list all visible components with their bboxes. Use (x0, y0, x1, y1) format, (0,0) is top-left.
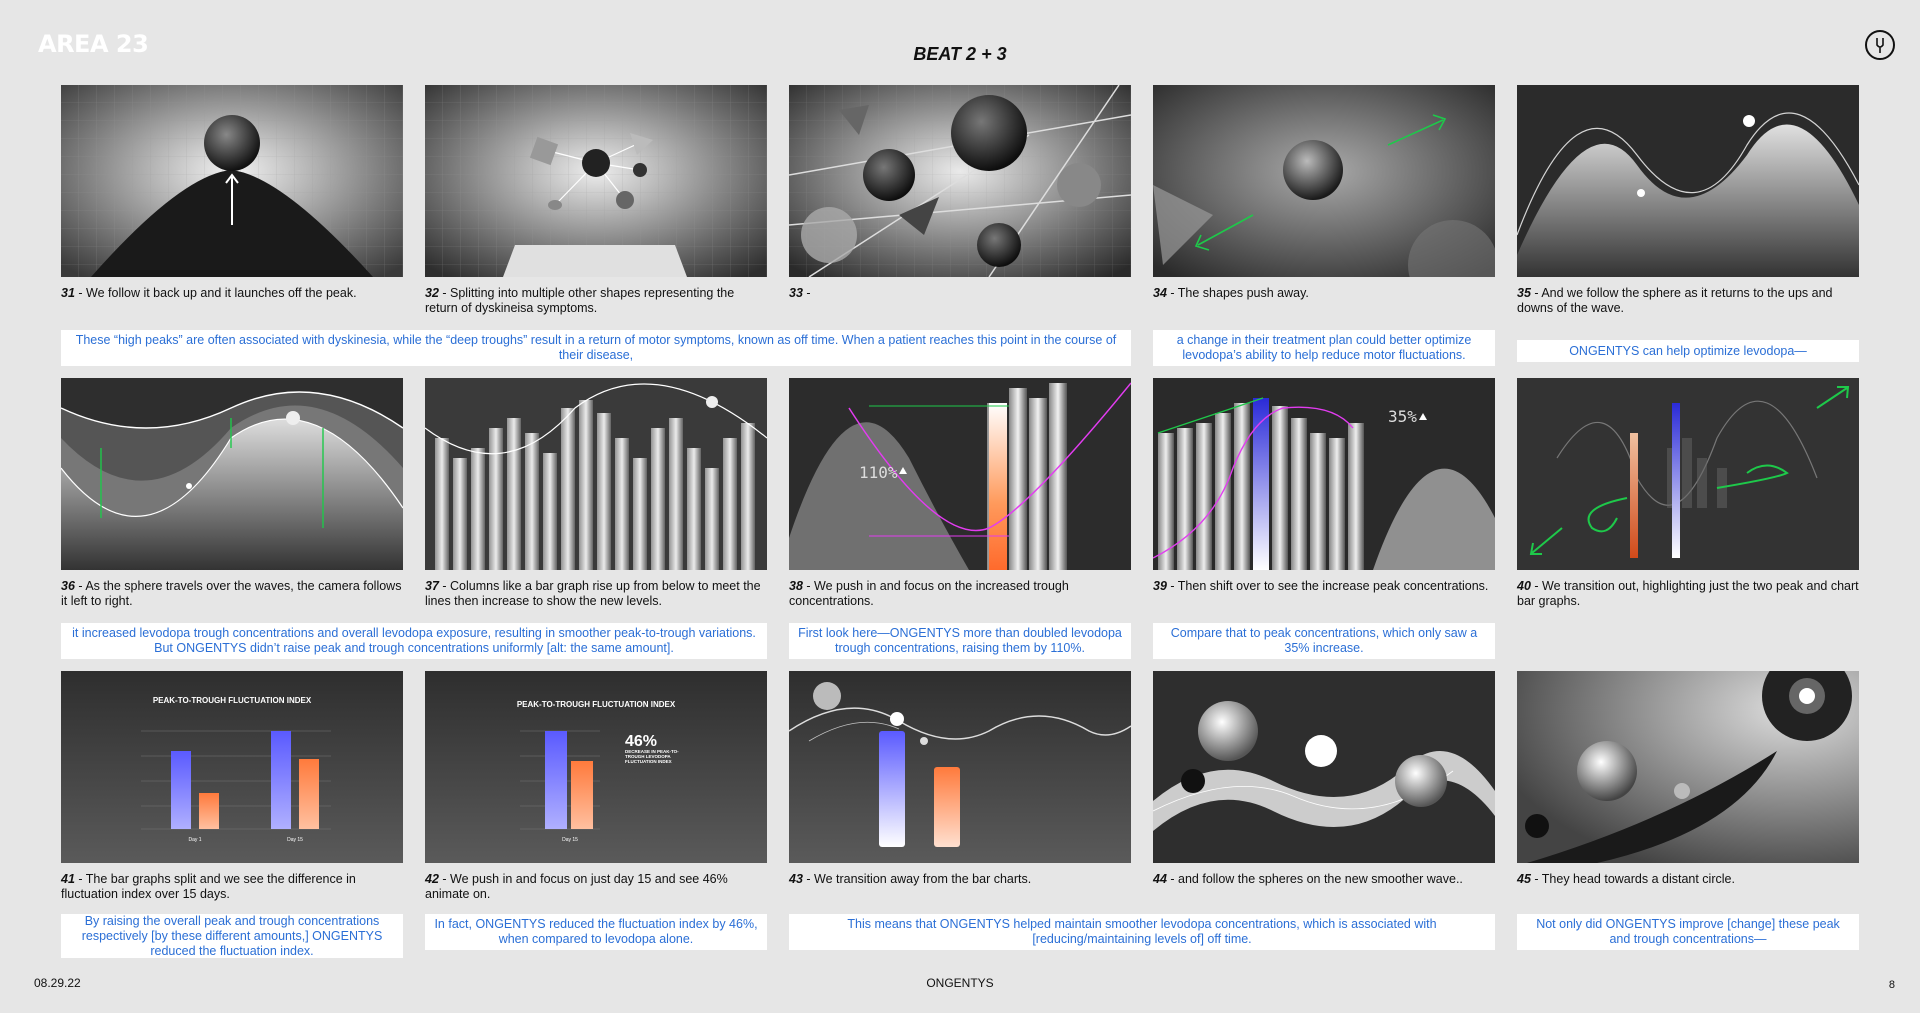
storyboard-frame-41: PEAK-TO-TROUGH FLUCTUATION INDEX Day 1 D… (61, 671, 403, 863)
voiceover-9: This means that ONGENTYS helped maintain… (789, 914, 1495, 950)
frame-caption-40: 40 - We transition out, highlighting jus… (1517, 579, 1859, 608)
storyboard-frame-39: 35% (1153, 378, 1495, 570)
frame-caption-44: 44 - and follow the spheres on the new s… (1153, 872, 1463, 886)
voiceover-5: First look here—ONGENTYS more than doubl… (789, 623, 1131, 659)
chart-label-day15-b: Day 15 (562, 837, 578, 843)
frame-caption-45: 45 - They head towards a distant circle. (1517, 872, 1735, 886)
frame-caption-36: 36 - As the sphere travels over the wave… (61, 579, 402, 608)
frame-caption-38: 38 - We push in and focus on the increas… (789, 579, 1069, 608)
chart-label-day15: Day 15 (287, 837, 303, 843)
storyboard-frame-42: PEAK-TO-TROUGH FLUCTUATION INDEX Day 15 … (425, 671, 767, 863)
chart-title-41: PEAK-TO-TROUGH FLUCTUATION INDEX (153, 696, 312, 705)
frame-caption-39: 39 - Then shift over to see the increase… (1153, 579, 1489, 593)
voiceover-3: ONGENTYS can help optimize levodopa— (1517, 340, 1859, 362)
frame-caption-37: 37 - Columns like a bar graph rise up fr… (425, 579, 761, 608)
frame-caption-43: 43 - We transition away from the bar cha… (789, 872, 1032, 886)
voiceover-2: a change in their treatment plan could b… (1153, 330, 1495, 366)
big-number-label: DECREASE IN PEAK-TO-TROUGH LEVODOPA FLUC… (625, 749, 679, 764)
voiceover-8: In fact, ONGENTYS reduced the fluctuatio… (425, 914, 767, 950)
frame-caption-34: 34 - The shapes push away. (1153, 286, 1309, 300)
voiceover-7: By raising the overall peak and trough c… (61, 914, 403, 958)
storyboard-frame-44 (1153, 671, 1495, 863)
overlay-110: 110% (859, 463, 898, 482)
storyboard-frame-31 (61, 85, 403, 277)
frame-caption-42: 42 - We push in and focus on just day 15… (425, 872, 728, 901)
voiceover-4: it increased levodopa trough concentrati… (61, 623, 767, 659)
voiceover-6: Compare that to peak concentrations, whi… (1153, 623, 1495, 659)
storyboard-frame-32 (425, 85, 767, 277)
frame-caption-32: 32 - Splitting into multiple other shape… (425, 286, 735, 315)
page-number: 8 (1888, 979, 1895, 991)
storyboard-frame-33 (789, 85, 1131, 277)
storyboard-frame-40 (1517, 378, 1859, 570)
footer-brand: ONGENTYS (926, 976, 994, 990)
overlay-35: 35% (1388, 407, 1417, 426)
frame-caption-35: 35 - And we follow the sphere as it retu… (1517, 286, 1833, 315)
frame-caption-41: 41 - The bar graphs split and we see the… (61, 872, 356, 901)
page-title: BEAT 2 + 3 (913, 44, 1007, 64)
storyboard-frame-37 (425, 378, 767, 570)
big-number-46: 46% (625, 733, 657, 750)
tuning-fork-icon (1865, 30, 1895, 60)
storyboard-frame-43 (789, 671, 1131, 863)
storyboard-frame-45 (1517, 671, 1859, 863)
storyboard-frame-35 (1517, 85, 1859, 277)
voiceover-1: These “high peaks” are often associated … (61, 330, 1131, 366)
voiceover-10: Not only did ONGENTYS improve [change] t… (1517, 914, 1859, 950)
frame-caption-31: 31 - We follow it back up and it launche… (61, 286, 357, 300)
frame-caption-33: 33 - (789, 286, 811, 300)
storyboard-frame-34 (1153, 85, 1495, 277)
chart-title-42: PEAK-TO-TROUGH FLUCTUATION INDEX (517, 700, 676, 709)
storyboard-frame-36 (61, 378, 403, 570)
chart-label-day1: Day 1 (188, 837, 201, 843)
storyboard-frame-38: 110% (789, 378, 1131, 570)
